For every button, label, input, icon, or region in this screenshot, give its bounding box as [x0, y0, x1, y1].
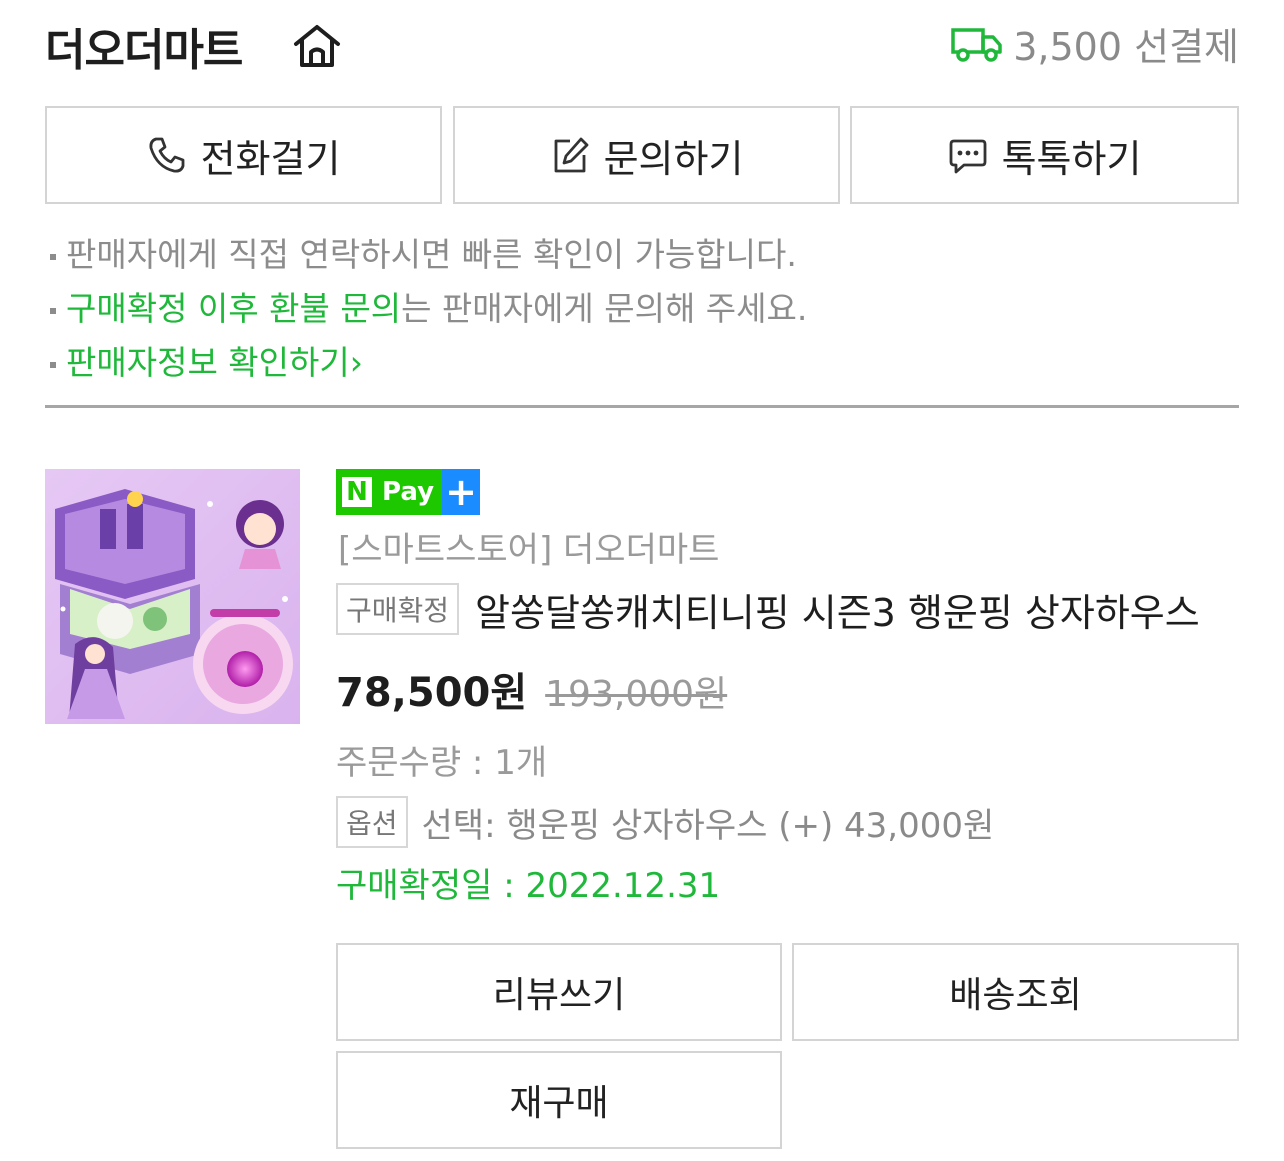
confirm-date: 구매확정일 : 2022.12.31: [336, 866, 721, 906]
inquiry-button[interactable]: 문의하기: [453, 106, 840, 204]
original-price: 193,000원: [545, 674, 728, 715]
npay-logo: N Pay: [336, 469, 443, 515]
shipping-info: 3,500 선결제: [951, 16, 1239, 71]
shipping-fee-text: 3,500 선결제: [1013, 25, 1239, 69]
reorder-label: 재구매: [509, 1083, 609, 1124]
edit-icon: [554, 137, 588, 173]
option-badge: 옵션: [336, 796, 408, 848]
inquiry-button-label: 문의하기: [603, 136, 744, 181]
note-contact: 판매자에게 직접 연락하시면 빠른 확인이 가능합니다.: [48, 228, 1238, 282]
note-refund-text: 는 판매자에게 문의해 주세요.: [401, 289, 808, 328]
sale-price: 78,500원: [336, 670, 528, 716]
track-delivery-label: 배송조회: [949, 975, 1082, 1016]
call-button[interactable]: 전화걸기: [45, 106, 442, 204]
note-refund: 구매확정 이후 환불 문의는 판매자에게 문의해 주세요.: [48, 282, 1238, 336]
npay-plus-badge: N Pay +: [336, 469, 481, 515]
home-icon[interactable]: [291, 22, 343, 70]
note-refund-highlight: 구매확정 이후 환불 문의: [66, 289, 402, 328]
chat-icon: [949, 139, 986, 174]
order-quantity: 주문수량 : 1개: [336, 743, 548, 783]
seller-info-link-label: 판매자정보 확인하기: [66, 343, 350, 382]
write-review-button[interactable]: 리뷰쓰기: [336, 943, 782, 1041]
seller-notes: 판매자에게 직접 연락하시면 빠른 확인이 가능합니다. 구매확정 이후 환불 …: [48, 228, 1238, 390]
store-label: [스마트스토어] 더오더마트: [338, 530, 720, 570]
store-name[interactable]: 더오더마트: [45, 14, 243, 78]
npay-n: N: [342, 477, 372, 507]
write-review-label: 리뷰쓰기: [492, 975, 626, 1016]
product-thumbnail[interactable]: [45, 469, 300, 724]
call-button-label: 전화걸기: [200, 136, 341, 181]
note-contact-text: 판매자에게 직접 연락하시면 빠른 확인이 가능합니다.: [66, 235, 797, 274]
price-row: 78,500원 193,000원: [336, 660, 727, 718]
product-name[interactable]: 알쏭달쏭캐치티니핑 시즌3 행운핑 상자하우스: [475, 582, 1239, 637]
reorder-button[interactable]: 재구매: [336, 1051, 782, 1149]
phone-icon: [149, 137, 184, 173]
section-divider: [45, 405, 1239, 408]
chevron-right-icon: ›: [349, 343, 363, 382]
contact-buttons: 전화걸기 문의하기 톡톡하기: [45, 106, 1239, 204]
npay-text: Pay: [382, 477, 435, 507]
option-text: 선택: 행운핑 상자하우스 (+) 43,000원: [421, 805, 995, 846]
store-header: 더오더마트 3,500 선결제: [45, 10, 1239, 76]
truck-icon: [951, 27, 1002, 62]
track-delivery-button[interactable]: 배송조회: [792, 943, 1239, 1041]
product-title-row: 구매확정 알쏭달쏭캐치티니핑 시즌3 행운핑 상자하우스: [336, 583, 1239, 635]
talktalk-button[interactable]: 톡톡하기: [850, 106, 1239, 204]
talktalk-button-label: 톡톡하기: [1001, 136, 1142, 181]
seller-info-link[interactable]: 판매자정보 확인하기›: [48, 336, 1238, 390]
option-row: 옵션 선택: 행운핑 상자하우스 (+) 43,000원: [336, 796, 994, 848]
npay-plus-icon: +: [442, 469, 481, 515]
order-status-badge: 구매확정: [336, 583, 460, 635]
